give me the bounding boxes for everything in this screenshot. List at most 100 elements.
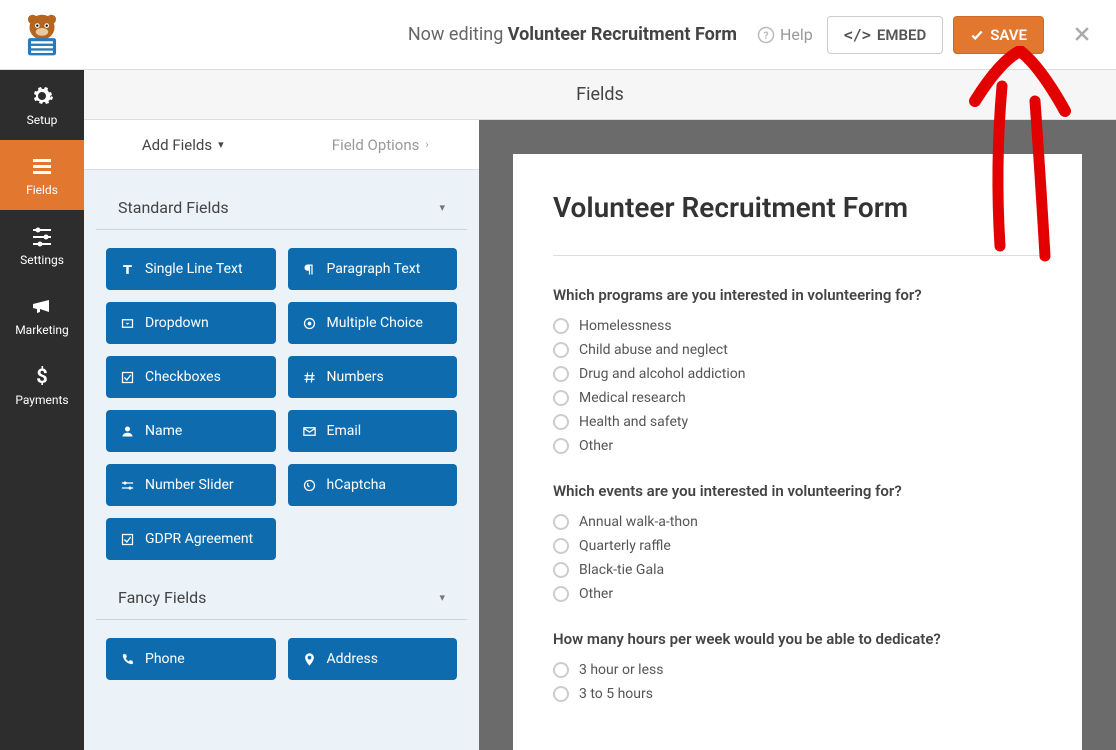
form-card[interactable]: Volunteer Recruitment Form Which program… — [513, 154, 1082, 750]
field-gdpr[interactable]: GDPR Agreement — [106, 518, 276, 560]
form-preview: Volunteer Recruitment Form Which program… — [479, 120, 1116, 750]
field-number-slider[interactable]: Number Slider — [106, 464, 276, 506]
question-label: How many hours per week would you be abl… — [553, 630, 1042, 648]
paragraph-icon — [302, 262, 317, 277]
nav-settings[interactable]: Settings — [0, 210, 84, 280]
left-nav: Setup Fields Settings Marketing $ Paymen… — [0, 70, 84, 750]
field-dropdown[interactable]: Dropdown — [106, 302, 276, 344]
tab-add-fields[interactable]: Add Fields ▾ — [84, 120, 282, 169]
radio-icon — [553, 586, 569, 602]
radio-icon — [553, 414, 569, 430]
field-checkboxes[interactable]: Checkboxes — [106, 356, 276, 398]
option-label: Other — [579, 586, 613, 602]
radio-icon — [553, 562, 569, 578]
group-standard-label: Standard Fields — [118, 198, 229, 217]
tab-field-options-label: Field Options — [332, 136, 420, 154]
radio-icon — [553, 438, 569, 454]
question-label: Which events are you interested in volun… — [553, 482, 1042, 500]
option-label: Annual walk-a-thon — [579, 514, 698, 530]
radio-option[interactable]: 3 to 5 hours — [553, 686, 1042, 702]
editing-prefix-label: Now editing — [408, 24, 508, 45]
field-name[interactable]: Name — [106, 410, 276, 452]
radio-icon — [553, 342, 569, 358]
form-title: Volunteer Recruitment Form — [553, 190, 913, 225]
radio-option[interactable]: Other — [553, 586, 1042, 602]
field-label: GDPR Agreement — [145, 531, 253, 547]
radio-option[interactable]: Other — [553, 438, 1042, 454]
save-button[interactable]: SAVE — [953, 16, 1044, 54]
nav-payments[interactable]: $ Payments — [0, 350, 84, 420]
close-icon — [1072, 24, 1092, 44]
radio-option[interactable]: Homelessness — [553, 318, 1042, 334]
gear-icon — [30, 84, 54, 108]
embed-label: EMBED — [877, 26, 926, 44]
tab-add-fields-label: Add Fields — [142, 136, 212, 154]
pin-icon — [302, 652, 317, 667]
radio-option[interactable]: Annual walk-a-thon — [553, 514, 1042, 530]
nav-setup-label: Setup — [27, 113, 58, 127]
group-fancy-fields[interactable]: Fancy Fields ▾ — [96, 560, 467, 620]
nav-fields[interactable]: Fields — [0, 140, 84, 210]
field-email[interactable]: Email — [288, 410, 458, 452]
radio-option[interactable]: Medical research — [553, 390, 1042, 406]
option-label: Child abuse and neglect — [579, 342, 728, 358]
radio-option[interactable]: Black-tie Gala — [553, 562, 1042, 578]
fields-panel: Add Fields ▾ Field Options › Standard Fi… — [84, 120, 479, 750]
question-programs[interactable]: Which programs are you interested in vol… — [553, 286, 1042, 454]
nav-marketing[interactable]: Marketing — [0, 280, 84, 350]
field-label: Phone — [145, 651, 185, 667]
close-button[interactable] — [1062, 18, 1102, 51]
check-icon — [120, 370, 135, 385]
bullhorn-icon — [30, 294, 54, 318]
help-link[interactable]: ? Help — [757, 25, 813, 44]
nav-payments-label: Payments — [15, 393, 68, 407]
field-label: Numbers — [327, 369, 384, 385]
field-multiple-choice[interactable]: Multiple Choice — [288, 302, 458, 344]
question-events[interactable]: Which events are you interested in volun… — [553, 482, 1042, 602]
radio-icon — [553, 538, 569, 554]
embed-button[interactable]: </> EMBED — [827, 16, 943, 54]
field-single-line-text[interactable]: Single Line Text — [106, 248, 276, 290]
field-label: Name — [145, 423, 182, 439]
field-label: Address — [327, 651, 378, 667]
field-label: Multiple Choice — [327, 315, 423, 331]
field-address[interactable]: Address — [288, 638, 458, 680]
radio-option[interactable]: Quarterly raffle — [553, 538, 1042, 554]
radio-icon — [553, 366, 569, 382]
list-icon — [30, 154, 54, 178]
help-label: Help — [780, 25, 813, 44]
svg-text:?: ? — [763, 28, 768, 41]
user-icon — [120, 424, 135, 439]
radio-icon — [553, 662, 569, 678]
panel-tabs: Add Fields ▾ Field Options › — [84, 120, 479, 170]
group-fancy-label: Fancy Fields — [118, 588, 206, 607]
radio-option[interactable]: Child abuse and neglect — [553, 342, 1042, 358]
nav-marketing-label: Marketing — [15, 323, 69, 337]
nav-fields-label: Fields — [26, 183, 58, 197]
field-label: Email — [327, 423, 362, 439]
app-logo — [14, 7, 70, 63]
captcha-icon — [302, 478, 317, 493]
group-standard-fields[interactable]: Standard Fields ▾ — [96, 170, 467, 230]
envelope-icon — [302, 424, 317, 439]
sliders-icon — [30, 224, 54, 248]
question-hours[interactable]: How many hours per week would you be abl… — [553, 630, 1042, 702]
field-paragraph-text[interactable]: Paragraph Text — [288, 248, 458, 290]
nav-setup[interactable]: Setup — [0, 70, 84, 140]
field-label: Single Line Text — [145, 261, 243, 277]
panel-title: Fields — [84, 70, 1116, 120]
chevron-right-icon: › — [425, 138, 428, 151]
option-label: Drug and alcohol addiction — [579, 366, 745, 382]
radio-option[interactable]: Drug and alcohol addiction — [553, 366, 1042, 382]
radio-option[interactable]: 3 hour or less — [553, 662, 1042, 678]
option-label: Quarterly raffle — [579, 538, 671, 554]
field-hcaptcha[interactable]: hCaptcha — [288, 464, 458, 506]
radio-option[interactable]: Health and safety — [553, 414, 1042, 430]
field-label: Dropdown — [145, 315, 209, 331]
tab-field-options[interactable]: Field Options › — [282, 120, 480, 169]
phone-icon — [120, 652, 135, 667]
field-label: Checkboxes — [145, 369, 221, 385]
field-numbers[interactable]: Numbers — [288, 356, 458, 398]
field-phone[interactable]: Phone — [106, 638, 276, 680]
check-icon — [120, 532, 135, 547]
